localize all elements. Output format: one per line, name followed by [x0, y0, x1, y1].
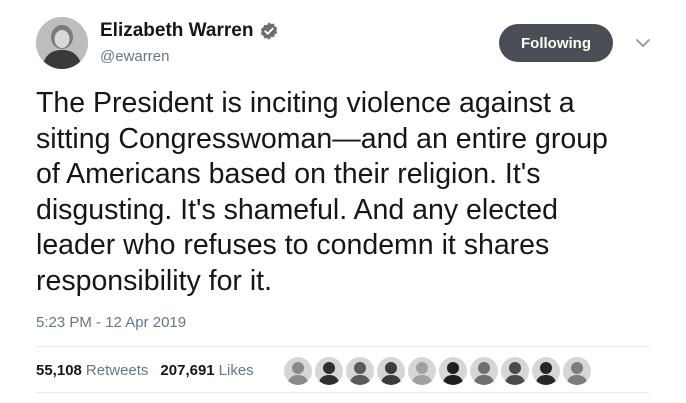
likes-label: Likes: [218, 362, 254, 379]
liker-avatar[interactable]: [315, 357, 343, 385]
following-button[interactable]: Following: [499, 24, 613, 62]
likes-stat[interactable]: 207,691 Likes: [160, 362, 253, 379]
likes-count: 207,691: [160, 362, 215, 379]
liker-avatar[interactable]: [501, 357, 529, 385]
retweets-count: 55,108: [36, 362, 82, 379]
tweet-stats: 55,108 Retweets 207,691 Likes: [36, 362, 266, 379]
liker-avatar[interactable]: [563, 357, 591, 385]
profile-photo-icon: [36, 17, 88, 69]
author-handle[interactable]: @ewarren: [100, 48, 169, 65]
tweet-text-line: The President is inciting violence again…: [36, 87, 575, 119]
liker-avatar[interactable]: [470, 357, 498, 385]
liker-avatars: [284, 357, 594, 385]
divider: [36, 346, 650, 347]
liker-avatar[interactable]: [346, 357, 374, 385]
tweet-text-line: leader who refuses to condemn it shares: [36, 229, 550, 261]
liker-avatar[interactable]: [284, 357, 312, 385]
tweet-text: The President is inciting violence again…: [36, 86, 666, 299]
author-display-name[interactable]: Elizabeth Warren: [100, 20, 253, 42]
tweet-timestamp[interactable]: 5:23 PM - 12 Apr 2019: [36, 314, 186, 331]
author-name-row: Elizabeth Warren: [100, 20, 279, 42]
retweets-stat[interactable]: 55,108 Retweets: [36, 362, 148, 379]
chevron-down-icon[interactable]: [635, 38, 651, 48]
tweet-text-line: sitting Congresswoman—and an entire grou…: [36, 122, 608, 155]
tweet-text-line: of Americans based on their religion. It…: [36, 158, 541, 190]
liker-avatar[interactable]: [377, 357, 405, 385]
author-avatar[interactable]: [36, 17, 88, 69]
retweets-label: Retweets: [85, 362, 149, 379]
tweet-text-line: responsibility for it.: [36, 264, 273, 297]
divider: [36, 392, 650, 393]
liker-avatar[interactable]: [532, 357, 560, 385]
liker-avatar[interactable]: [408, 357, 436, 385]
liker-avatar[interactable]: [439, 357, 467, 385]
verified-badge-icon: [261, 22, 278, 40]
tweet-card: Elizabeth Warren @ewarren Following The …: [0, 0, 686, 403]
tweet-text-line: disgusting. It's shameful. And any elect…: [36, 193, 558, 226]
